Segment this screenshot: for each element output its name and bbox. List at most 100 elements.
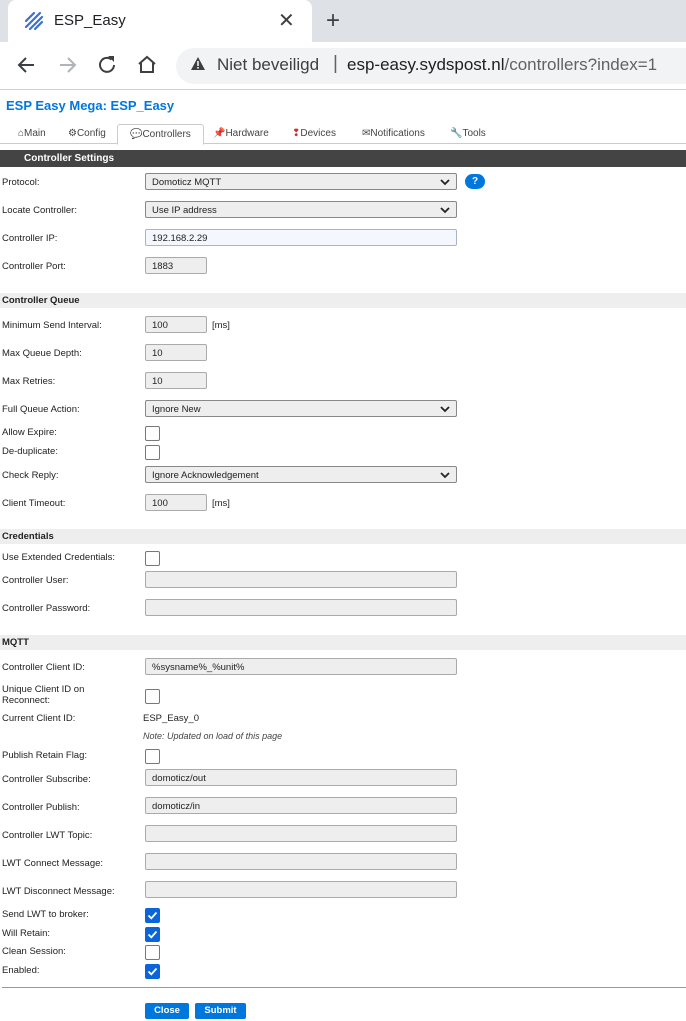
reload-icon[interactable] bbox=[94, 52, 120, 78]
lwt-connect-label: LWT Connect Message: bbox=[2, 858, 104, 869]
client-timeout-input[interactable]: 100 bbox=[145, 494, 207, 511]
url-host: esp-easy.sydspost.nl bbox=[347, 55, 505, 74]
protocol-value: Domoticz MQTT bbox=[152, 177, 222, 188]
current-client-id-note: Note: Updated on load of this page bbox=[143, 731, 283, 741]
menu-controllers[interactable]: 💬Controllers bbox=[117, 124, 204, 145]
home-icon[interactable] bbox=[134, 52, 160, 78]
warning-icon[interactable] bbox=[190, 56, 206, 72]
controller-publish-input[interactable]: domoticz/in bbox=[145, 797, 457, 814]
controller-ip-input[interactable]: 192.168.2.29 bbox=[145, 229, 457, 246]
menu-tools[interactable]: 🔧Tools bbox=[450, 128, 486, 139]
will-retain-label: Will Retain: bbox=[2, 928, 51, 939]
tab-close-icon[interactable]: ✕ bbox=[278, 8, 295, 33]
client-id-input[interactable]: %sysname%_%unit% bbox=[145, 658, 457, 675]
allow-expire-checkbox[interactable] bbox=[145, 426, 160, 441]
min-send-interval-label: Minimum Send Interval: bbox=[2, 320, 102, 331]
checkmark-icon bbox=[147, 911, 158, 920]
client-timeout-label: Client Timeout: bbox=[2, 498, 66, 509]
not-secure-label[interactable]: Niet beveiligd bbox=[217, 55, 319, 75]
enabled-label: Enabled: bbox=[2, 965, 40, 976]
main-menu: ⌂Main ⚙Config 💬Controllers 📌Hardware ❢De… bbox=[0, 122, 686, 145]
unique-client-id-label-line2: Reconnect: bbox=[2, 695, 51, 706]
check-reply-label: Check Reply: bbox=[2, 470, 59, 481]
publish-retain-label: Publish Retain Flag: bbox=[2, 750, 88, 761]
controller-subscribe-input[interactable]: domoticz/out bbox=[145, 769, 457, 786]
esp-easy-favicon-icon bbox=[24, 11, 44, 31]
unique-client-id-label: Unique Client ID on Reconnect: bbox=[2, 684, 84, 706]
max-retries-label: Max Retries: bbox=[2, 376, 56, 387]
client-timeout-unit: [ms] bbox=[212, 498, 230, 509]
browser-toolbar: Niet beveiligd | esp-easy.sydspost.nl/co… bbox=[0, 42, 686, 90]
min-send-interval-input[interactable]: 100 bbox=[145, 316, 207, 333]
protocol-label: Protocol: bbox=[2, 177, 40, 188]
extended-credentials-checkbox[interactable] bbox=[145, 551, 160, 566]
max-queue-depth-label: Max Queue Depth: bbox=[2, 348, 82, 359]
check-reply-value: Ignore Acknowledgement bbox=[152, 470, 259, 481]
lwt-disconnect-label: LWT Disconnect Message: bbox=[2, 886, 115, 897]
help-icon[interactable]: ? bbox=[465, 174, 485, 189]
controller-publish-label: Controller Publish: bbox=[2, 802, 80, 813]
clean-session-label: Clean Session: bbox=[2, 946, 66, 957]
checkmark-icon bbox=[147, 967, 158, 976]
forward-arrow-icon[interactable] bbox=[54, 52, 80, 78]
publish-retain-checkbox[interactable] bbox=[145, 749, 160, 764]
back-arrow-icon[interactable] bbox=[14, 52, 40, 78]
locate-controller-value: Use IP address bbox=[152, 205, 217, 216]
check-reply-select[interactable]: Ignore Acknowledgement bbox=[145, 466, 457, 483]
chevron-down-icon bbox=[440, 179, 450, 186]
page-title: ESP Easy Mega: ESP_Easy bbox=[6, 98, 175, 113]
controller-subscribe-label: Controller Subscribe: bbox=[2, 774, 91, 785]
max-queue-depth-input[interactable]: 10 bbox=[145, 344, 207, 361]
controller-port-label: Controller Port: bbox=[2, 261, 66, 272]
min-send-interval-unit: [ms] bbox=[212, 320, 230, 331]
browser-tab[interactable]: ESP_Easy ✕ bbox=[8, 0, 312, 42]
locate-controller-select[interactable]: Use IP address bbox=[145, 201, 457, 218]
menu-devices-label: Devices bbox=[300, 128, 336, 139]
controller-password-label: Controller Password: bbox=[2, 603, 91, 614]
controller-password-input[interactable] bbox=[145, 599, 457, 616]
unique-client-id-label-line1: Unique Client ID on bbox=[2, 684, 85, 695]
mqtt-header: MQTT bbox=[0, 635, 686, 650]
menu-main[interactable]: ⌂Main bbox=[18, 128, 46, 139]
max-retries-input[interactable]: 10 bbox=[145, 372, 207, 389]
chevron-down-icon bbox=[440, 406, 450, 413]
clean-session-checkbox[interactable] bbox=[145, 945, 160, 960]
tab-title: ESP_Easy bbox=[54, 12, 126, 29]
allow-expire-label: Allow Expire: bbox=[2, 427, 57, 438]
enabled-checkbox[interactable] bbox=[145, 964, 160, 979]
new-tab-icon[interactable]: + bbox=[326, 7, 340, 35]
full-queue-action-label: Full Queue Action: bbox=[2, 404, 80, 415]
full-queue-action-select[interactable]: Ignore New bbox=[145, 400, 457, 417]
menu-notifications[interactable]: ✉Notifications bbox=[362, 128, 425, 139]
controller-settings-header: Controller Settings bbox=[0, 150, 686, 167]
close-button[interactable]: Close bbox=[145, 1003, 189, 1019]
protocol-select[interactable]: Domoticz MQTT bbox=[145, 173, 457, 190]
send-lwt-checkbox[interactable] bbox=[145, 908, 160, 923]
lwt-connect-input[interactable] bbox=[145, 853, 457, 870]
divider bbox=[2, 987, 686, 988]
chevron-down-icon bbox=[440, 472, 450, 479]
send-lwt-label: Send LWT to broker: bbox=[2, 909, 89, 920]
unique-client-id-checkbox[interactable] bbox=[145, 689, 160, 704]
locate-controller-label: Locate Controller: bbox=[2, 205, 77, 216]
client-id-label: Controller Client ID: bbox=[2, 662, 85, 673]
lwt-topic-input[interactable] bbox=[145, 825, 457, 842]
full-queue-action-value: Ignore New bbox=[152, 404, 201, 415]
url-text[interactable]: esp-easy.sydspost.nl/controllers?index=1 bbox=[347, 55, 657, 75]
lwt-disconnect-input[interactable] bbox=[145, 881, 457, 898]
submit-button[interactable]: Submit bbox=[195, 1003, 246, 1019]
credentials-header: Credentials bbox=[0, 529, 686, 544]
deduplicate-checkbox[interactable] bbox=[145, 445, 160, 460]
menu-config[interactable]: ⚙Config bbox=[68, 128, 106, 139]
current-client-id-value: ESP_Easy_0 bbox=[143, 713, 199, 724]
controller-user-input[interactable] bbox=[145, 571, 457, 588]
menu-hardware[interactable]: 📌Hardware bbox=[213, 128, 269, 139]
deduplicate-label: De-duplicate: bbox=[2, 446, 58, 457]
url-separator: | bbox=[333, 53, 338, 74]
controller-port-input[interactable]: 1883 bbox=[145, 257, 207, 274]
lwt-topic-label: Controller LWT Topic: bbox=[2, 830, 93, 841]
menu-devices[interactable]: ❢Devices bbox=[292, 128, 336, 139]
checkmark-icon bbox=[147, 930, 158, 939]
will-retain-checkbox[interactable] bbox=[145, 927, 160, 942]
controller-queue-header: Controller Queue bbox=[0, 293, 686, 308]
